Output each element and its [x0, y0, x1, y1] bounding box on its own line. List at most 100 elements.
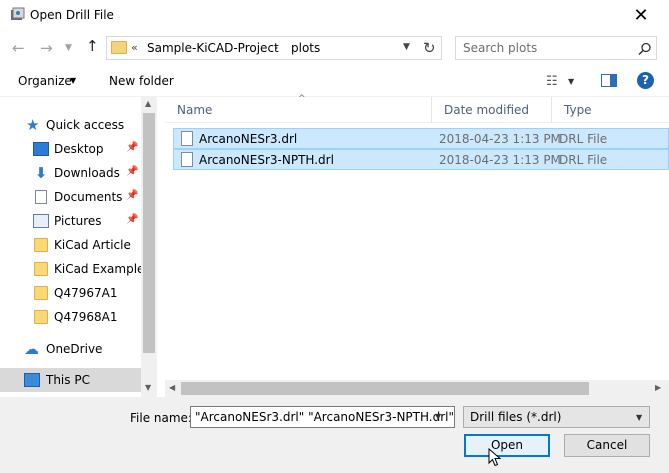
sidebar-item-onedrive[interactable]: ☁ OneDrive [0, 337, 141, 361]
scroll-down-icon[interactable]: ▼ [145, 383, 151, 392]
app-icon [11, 7, 25, 20]
sidebar-item-label: KiCad Article [54, 238, 131, 252]
pin-icon: 📌 [126, 166, 139, 177]
refresh-icon[interactable]: ↻ [423, 39, 436, 57]
column-header-date-modified[interactable]: Date modified [432, 97, 552, 123]
sidebar-item-documents[interactable]: Documents 📌 [0, 185, 141, 209]
file-type-value: Drill files (*.drl) [470, 410, 562, 424]
file-type-dropdown-icon[interactable]: ▼ [636, 413, 642, 422]
sidebar-item-pictures[interactable]: Pictures 📌 [0, 209, 141, 233]
folder-icon [34, 286, 48, 300]
breadcrumb-separator-icon[interactable]: › [274, 41, 278, 54]
file-name: ArcanoNESr3.drl [199, 132, 298, 146]
pin-icon: 📌 [126, 214, 139, 225]
column-header-row: Name ^ Date modified Type [165, 94, 669, 123]
folder-icon [111, 41, 127, 54]
column-label: Type [564, 103, 592, 117]
breadcrumb-overflow[interactable]: « [131, 41, 138, 54]
sidebar-item-kicad-article[interactable]: KiCad Article [0, 233, 141, 257]
sidebar-item-label: Documents [54, 190, 123, 204]
help-icon[interactable]: ? [637, 72, 654, 89]
breadcrumb-segment-project[interactable]: Sample-KiCAD-Project [147, 41, 279, 55]
command-toolbar: Organize ▼ New folder ☷ ▼ ? [0, 65, 669, 97]
file-name: ArcanoNESr3-NPTH.drl [199, 153, 334, 167]
navigation-scrollbar[interactable]: ▲ ▼ [141, 97, 157, 397]
file-list-horizontal-scrollbar[interactable]: ◀ ▶ [165, 380, 669, 397]
sidebar-item-label: Downloads [54, 166, 120, 180]
sidebar-item-label: OneDrive [46, 342, 103, 356]
sidebar-item-this-pc[interactable]: This PC [0, 368, 141, 392]
search-placeholder: Search plots [463, 41, 538, 55]
sidebar-item-label: Q47968A1 [54, 310, 118, 324]
desktop-icon [33, 142, 49, 156]
sidebar-item-q47967a1[interactable]: Q47967A1 [0, 281, 141, 305]
sidebar-item-downloads[interactable]: ⬇ Downloads 📌 [0, 161, 141, 185]
up-arrow-icon[interactable]: ↑ [86, 37, 99, 55]
organize-button[interactable]: Organize [18, 74, 72, 88]
scroll-right-icon[interactable]: ▶ [655, 383, 661, 392]
folder-icon [34, 310, 48, 324]
file-type: DRL File [559, 153, 608, 167]
star-icon: ★ [26, 116, 40, 134]
file-name-value: "ArcanoNESr3.drl" "ArcanoNESr3-NPTH.drl" [195, 410, 455, 424]
column-label: Date modified [444, 103, 530, 117]
download-icon: ⬇ [34, 164, 48, 182]
file-name-input[interactable]: "ArcanoNESr3.drl" "ArcanoNESr3-NPTH.drl"… [190, 406, 455, 428]
scrollbar-thumb[interactable] [181, 382, 589, 395]
folder-icon [34, 238, 48, 252]
file-row[interactable]: ArcanoNESr3.drl 2018-04-23 1:13 PM DRL F… [173, 128, 669, 149]
mouse-cursor-icon [488, 448, 502, 467]
sidebar-item-label: This PC [46, 373, 90, 387]
column-header-type[interactable]: Type [552, 97, 669, 123]
search-input[interactable]: Search plots [455, 36, 657, 60]
address-dropdown-icon[interactable]: ▼ [403, 42, 410, 52]
sidebar-item-label: Pictures [54, 214, 102, 228]
sidebar-item-label: Quick access [46, 118, 125, 132]
file-type: DRL File [559, 132, 608, 146]
view-dropdown-icon[interactable]: ▼ [568, 77, 574, 86]
file-date: 2018-04-23 1:13 PM [439, 153, 561, 167]
address-bar[interactable]: « Sample-KiCAD-Project › plots ▼ ↻ [106, 36, 442, 60]
organize-dropdown-icon[interactable]: ▼ [70, 76, 76, 85]
file-row[interactable]: ArcanoNESr3-NPTH.drl 2018-04-23 1:13 PM … [173, 149, 669, 170]
cancel-button[interactable]: Cancel [564, 434, 650, 457]
file-name-label: File name: [130, 411, 192, 425]
file-list: Name ^ Date modified Type ArcanoNESr3.dr… [165, 94, 669, 397]
pin-icon: 📌 [126, 190, 139, 201]
computer-icon [24, 373, 40, 387]
window-title: Open Drill File [30, 8, 114, 22]
sidebar-item-kicad-example[interactable]: KiCad Example [0, 257, 145, 281]
file-type-select[interactable]: Drill files (*.drl) ▼ [463, 406, 650, 428]
breadcrumb-segment-plots[interactable]: plots [291, 41, 320, 55]
back-arrow-icon[interactable]: ← [12, 39, 25, 57]
search-icon[interactable] [638, 42, 652, 56]
sidebar-item-desktop[interactable]: Desktop 📌 [0, 137, 141, 161]
open-button[interactable]: Open [464, 434, 550, 457]
file-name-dropdown-icon[interactable]: ▼ [435, 412, 441, 421]
scroll-up-icon[interactable]: ▲ [145, 99, 151, 108]
column-header-name[interactable]: Name ^ [165, 94, 432, 123]
column-label: Name [177, 103, 213, 117]
sidebar-item-quick-access[interactable]: ★ Quick access [0, 113, 141, 137]
sidebar-item-q47968a1[interactable]: Q47968A1 [0, 305, 141, 329]
sidebar-item-label: Desktop [54, 142, 104, 156]
file-icon [181, 131, 193, 146]
preview-pane-icon[interactable] [601, 74, 617, 87]
dialog-footer: File name: "ArcanoNESr3.drl" "ArcanoNESr… [0, 397, 669, 473]
recent-locations-chevron-icon[interactable]: ▼ [65, 43, 72, 53]
pin-icon: 📌 [126, 142, 139, 153]
folder-icon [34, 262, 48, 276]
view-options-icon[interactable]: ☷ [546, 74, 558, 89]
navigation-pane: ★ Quick access Desktop 📌 ⬇ Downloads 📌 D… [0, 97, 157, 397]
sort-ascending-icon: ^ [298, 94, 306, 104]
documents-icon [35, 190, 47, 204]
title-bar: Open Drill File ✕ [0, 0, 669, 31]
forward-arrow-icon[interactable]: → [40, 39, 53, 57]
sidebar-item-label: KiCad Example [54, 262, 145, 276]
scroll-left-icon[interactable]: ◀ [169, 383, 175, 392]
new-folder-button[interactable]: New folder [109, 74, 174, 88]
file-icon [181, 152, 193, 167]
scrollbar-thumb[interactable] [143, 113, 155, 353]
file-date: 2018-04-23 1:13 PM [439, 132, 561, 146]
close-button[interactable]: ✕ [618, 0, 664, 31]
